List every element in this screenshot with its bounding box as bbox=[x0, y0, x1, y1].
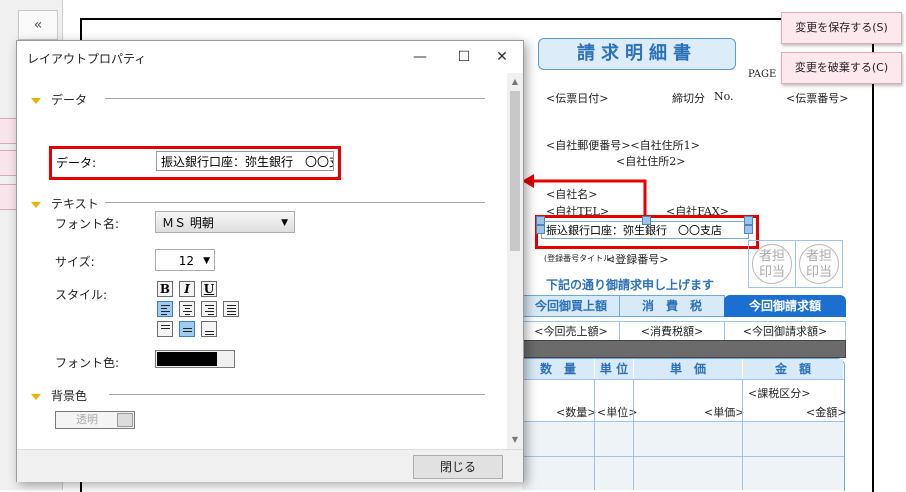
no-label[interactable]: No. bbox=[714, 90, 734, 103]
registration-number-field[interactable]: <登録番号> bbox=[606, 251, 668, 267]
data-label: データ: bbox=[56, 156, 97, 170]
minimize-icon[interactable]: — bbox=[405, 47, 435, 67]
expand-triangle-icon[interactable] bbox=[31, 97, 41, 104]
dark-separator-band bbox=[522, 340, 846, 358]
summary-header-billing[interactable]: 今回御請求額 bbox=[724, 295, 846, 317]
properties-scrollbar[interactable]: ▲ ▼ bbox=[507, 73, 523, 449]
section-text-label: テキスト bbox=[51, 197, 99, 211]
properties-panel: データ データ: 振込銀行口座：弥生銀行 〇〇支店 テキスト フォント名: ＭＳ… bbox=[17, 73, 507, 449]
closing-label[interactable]: 締切分 bbox=[672, 90, 705, 106]
tax-class-field[interactable]: <課税区分> bbox=[748, 385, 810, 401]
align-left-icon[interactable] bbox=[157, 301, 173, 317]
font-size-select[interactable]: 12 ▼ bbox=[155, 249, 215, 271]
company-zip-address-field[interactable]: <自社郵便番号><自社住所1> bbox=[546, 137, 700, 153]
expand-triangle-icon[interactable] bbox=[31, 201, 41, 208]
expand-triangle-icon[interactable] bbox=[31, 393, 41, 400]
detail-unit-field[interactable]: <単位> bbox=[597, 404, 637, 420]
font-color-label: フォント色: bbox=[55, 356, 120, 370]
scroll-down-icon[interactable]: ▼ bbox=[507, 433, 523, 447]
dialog-titlebar[interactable]: レイアウトプロパティ — ☐ ✕ bbox=[17, 41, 523, 73]
detail-amount-field[interactable]: <金額> bbox=[806, 404, 846, 420]
valign-bottom-icon[interactable] bbox=[201, 321, 217, 337]
summary-header-tax[interactable]: 消 費 税 bbox=[619, 295, 725, 317]
layout-properties-dialog: レイアウトプロパティ — ☐ ✕ データ データ: 振込銀行口座：弥生銀行 〇〇… bbox=[16, 40, 524, 482]
stamp-icon: 者担印当 bbox=[799, 244, 839, 284]
grid-line bbox=[742, 379, 743, 490]
stamp-icon: 者担印当 bbox=[752, 244, 792, 284]
dialog-footer: 閉じる bbox=[17, 449, 523, 482]
stamp-cell: 者担印当 bbox=[795, 240, 843, 288]
resize-handle[interactable] bbox=[744, 216, 753, 225]
section-text-header[interactable]: テキスト bbox=[31, 195, 99, 212]
resize-handle[interactable] bbox=[536, 225, 545, 234]
scroll-up-icon[interactable]: ▲ bbox=[507, 75, 523, 89]
detail-price-field[interactable]: <単価> bbox=[704, 404, 744, 420]
align-justify-icon[interactable] bbox=[223, 301, 239, 317]
detail-header-price[interactable]: 単 価 bbox=[634, 359, 742, 379]
invoice-message[interactable]: 下記の通り御請求申し上げます bbox=[546, 276, 714, 293]
discard-changes-button[interactable]: 変更を破棄する(C) bbox=[781, 52, 902, 84]
grid-line bbox=[633, 379, 634, 490]
dropdown-arrow-icon: ▼ bbox=[281, 218, 288, 228]
maximize-icon[interactable]: ☐ bbox=[449, 47, 479, 67]
collapse-panel-button[interactable]: « bbox=[18, 10, 58, 40]
stamp-cell: 者担印当 bbox=[748, 240, 796, 288]
font-name-select[interactable]: ＭＳ 明朝 ▼ bbox=[155, 211, 295, 233]
dropdown-arrow-icon: ▼ bbox=[203, 256, 210, 266]
close-button[interactable]: 閉じる bbox=[413, 455, 503, 479]
font-name-value: ＭＳ 明朝 bbox=[162, 216, 214, 230]
scrollbar-thumb[interactable] bbox=[510, 91, 520, 251]
grid-line bbox=[522, 379, 844, 380]
section-data-header[interactable]: データ bbox=[31, 91, 87, 108]
resize-handle[interactable] bbox=[642, 216, 651, 225]
page-label[interactable]: PAGE bbox=[748, 69, 776, 80]
resize-handle[interactable] bbox=[536, 216, 545, 225]
grid-line bbox=[522, 421, 844, 422]
registration-title-field[interactable]: (登録番号タイトル) bbox=[544, 253, 614, 264]
report-title[interactable]: 請求明細書 bbox=[538, 38, 736, 70]
font-color-swatch bbox=[157, 352, 217, 366]
detail-quantity-field[interactable]: <数量> bbox=[556, 404, 596, 420]
detail-header-amount[interactable]: 金 額 bbox=[743, 359, 843, 379]
font-name-label: フォント名: bbox=[55, 217, 120, 231]
summary-header-purchase[interactable]: 今回御買上額 bbox=[522, 295, 620, 317]
detail-header-unit[interactable]: 単 位 bbox=[595, 359, 633, 379]
close-icon[interactable]: ✕ bbox=[487, 47, 517, 67]
data-field-highlight: データ: 振込銀行口座：弥生銀行 〇〇支店 bbox=[49, 146, 341, 180]
italic-button[interactable]: I bbox=[179, 281, 195, 297]
align-center-icon[interactable] bbox=[179, 301, 195, 317]
bg-color-value: 透明 bbox=[76, 413, 98, 426]
resize-handle[interactable] bbox=[744, 225, 753, 234]
detail-header-quantity[interactable]: 数 量 bbox=[522, 359, 594, 379]
picker-knob bbox=[117, 413, 133, 427]
slip-date-field[interactable]: <伝票日付> bbox=[546, 90, 608, 106]
size-label: サイズ: bbox=[55, 255, 95, 269]
bg-color-picker[interactable]: 透明 bbox=[55, 411, 135, 429]
bold-button[interactable]: B bbox=[157, 281, 173, 297]
bank-account-highlight: 振込銀行口座：弥生銀行 〇〇支店 bbox=[535, 215, 759, 249]
font-color-picker[interactable] bbox=[155, 350, 235, 368]
section-bg-label: 背景色 bbox=[51, 389, 88, 403]
section-data-label: データ bbox=[51, 93, 88, 107]
data-input[interactable]: 振込銀行口座：弥生銀行 〇〇支店 bbox=[156, 151, 334, 171]
section-divider bbox=[109, 394, 485, 395]
underline-button[interactable]: U bbox=[201, 281, 217, 297]
save-changes-button[interactable]: 変更を保存する(S) bbox=[781, 12, 902, 44]
section-divider bbox=[105, 98, 485, 99]
company-address2-field[interactable]: <自社住所2> bbox=[616, 153, 685, 169]
grid-line bbox=[522, 456, 844, 457]
section-bg-header[interactable]: 背景色 bbox=[31, 387, 87, 404]
style-label: スタイル: bbox=[55, 288, 108, 302]
dialog-title: レイアウトプロパティ bbox=[27, 52, 147, 66]
slip-number-field[interactable]: <伝票番号> bbox=[786, 90, 848, 106]
grid-line bbox=[594, 379, 595, 490]
section-divider bbox=[105, 202, 485, 203]
font-size-value: 12 bbox=[178, 254, 194, 268]
valign-top-icon[interactable] bbox=[157, 321, 173, 337]
align-right-icon[interactable] bbox=[201, 301, 217, 317]
valign-middle-icon[interactable] bbox=[179, 321, 195, 337]
